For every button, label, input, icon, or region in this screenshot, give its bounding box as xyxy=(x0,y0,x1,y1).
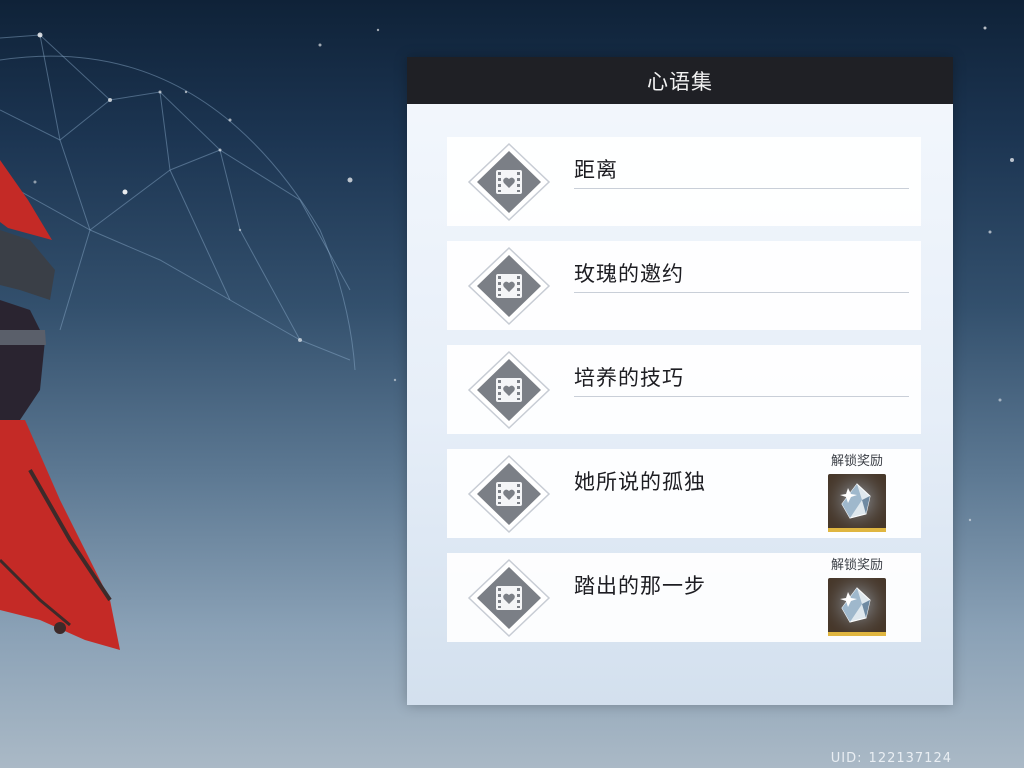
panel-title: 心语集 xyxy=(647,69,713,94)
entry-divider xyxy=(574,292,909,293)
reward-label: 解锁奖励 xyxy=(830,558,883,573)
unlock-reward[interactable]: 解锁奖励 xyxy=(822,558,892,636)
uid-display: UID: 122137124 xyxy=(831,751,952,766)
film-heart-diamond-icon xyxy=(467,142,551,222)
story-entry[interactable]: 她所说的孤独 解锁奖励 xyxy=(447,449,921,538)
heart-words-panel: 心语集 距离 玫瑰的邀约 培养的技巧 她所说的孤独 解锁奖励 踏出的那一步 解锁… xyxy=(407,57,953,705)
entry-title: 玫瑰的邀约 xyxy=(574,262,684,286)
crystal-reward-icon xyxy=(828,578,886,636)
entry-divider xyxy=(574,188,909,189)
panel-header: 心语集 xyxy=(407,57,953,104)
entry-title: 踏出的那一步 xyxy=(574,574,706,598)
reward-label: 解锁奖励 xyxy=(830,454,883,469)
story-entry[interactable]: 玫瑰的邀约 xyxy=(447,241,921,330)
entry-title: 培养的技巧 xyxy=(574,366,684,390)
uid-value: 122137124 xyxy=(868,751,952,766)
film-heart-diamond-icon xyxy=(467,558,551,638)
entry-title: 距离 xyxy=(574,158,618,182)
story-entry[interactable]: 培养的技巧 xyxy=(447,345,921,434)
character-figure xyxy=(0,160,120,650)
unlock-reward[interactable]: 解锁奖励 xyxy=(822,454,892,532)
uid-label: UID: xyxy=(830,751,863,766)
story-entry[interactable]: 距离 xyxy=(447,137,921,226)
film-heart-diamond-icon xyxy=(467,454,551,534)
story-entry[interactable]: 踏出的那一步 解锁奖励 xyxy=(447,553,921,642)
film-heart-diamond-icon xyxy=(467,246,551,326)
entry-divider xyxy=(574,396,909,397)
constellation-lines xyxy=(0,34,356,371)
entry-title: 她所说的孤独 xyxy=(574,470,706,494)
film-heart-diamond-icon xyxy=(467,350,551,430)
crystal-reward-icon xyxy=(828,474,886,532)
